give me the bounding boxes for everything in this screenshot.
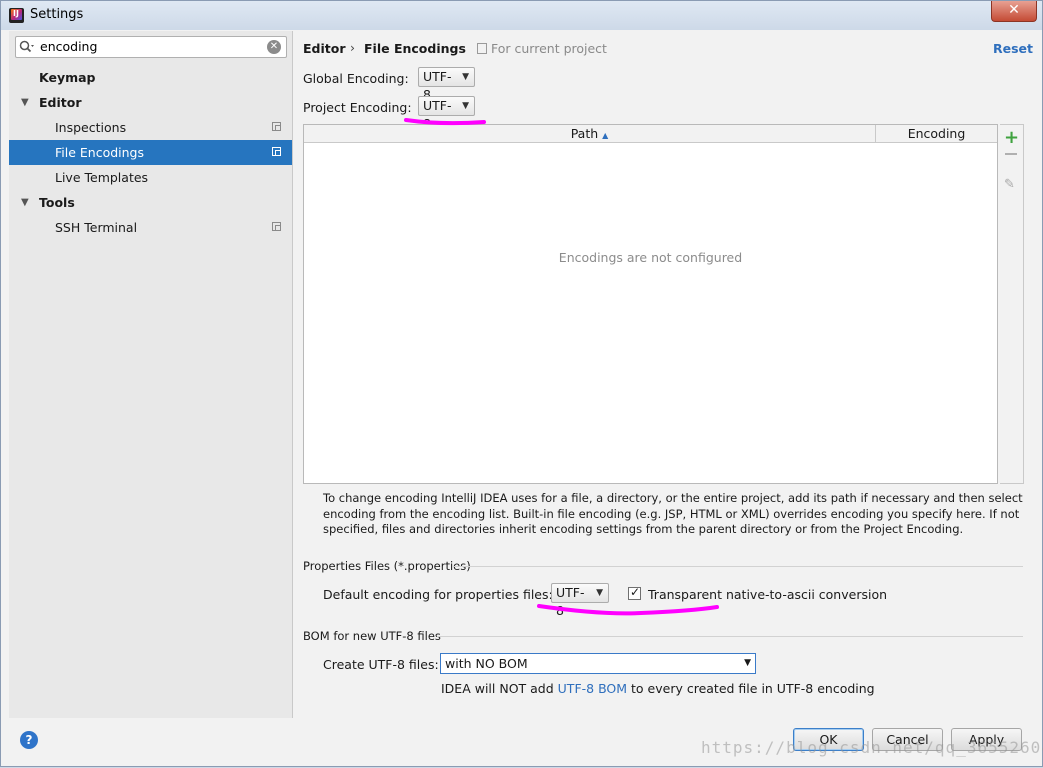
utf8-bom-link[interactable]: UTF-8 BOM (558, 681, 627, 696)
bom-note: IDEA will NOT add UTF-8 BOM to every cre… (441, 681, 875, 696)
sort-ascending-icon: ▲ (602, 131, 609, 140)
breadcrumb-separator: › (350, 40, 355, 55)
bom-note-suffix: to every created file in UTF-8 encoding (627, 681, 875, 696)
bom-note-prefix: IDEA will NOT add (441, 681, 558, 696)
reset-link[interactable]: Reset (993, 41, 1033, 56)
sidebar-item-label: Editor (39, 95, 82, 110)
table-toolbar: + ✎ (1000, 124, 1024, 484)
page-title: File Encodings (364, 41, 466, 56)
properties-encoding-select[interactable]: UTF-8 ▼ (551, 583, 609, 618)
chevron-down-icon: ▼ (462, 72, 469, 82)
bom-section-title: BOM for new UTF-8 files (303, 629, 441, 643)
properties-default-label: Default encoding for properties files: (323, 587, 553, 602)
chevron-down-icon[interactable]: ▼ (21, 190, 29, 215)
bom-select-value: with NO BOM (445, 656, 528, 671)
project-scope-note: For current project (477, 41, 607, 56)
intellij-idea-icon: IJ (9, 8, 24, 23)
chevron-down-icon: ▼ (744, 658, 751, 668)
chevron-down-icon: ▼ (462, 101, 469, 111)
search-box[interactable]: encoding ✕ (15, 36, 287, 58)
sidebar-item-inspections[interactable]: Inspections (9, 115, 292, 140)
window-title: Settings (30, 7, 84, 22)
settings-sidebar: encoding ✕ Keymap ▼ Editor Inspections F… (9, 31, 293, 718)
sidebar-item-label: Inspections (55, 120, 127, 135)
encoding-help-text: To change encoding IntelliJ IDEA uses fo… (323, 491, 1023, 536)
search-icon[interactable] (19, 40, 35, 54)
column-header-encoding[interactable]: Encoding (876, 125, 997, 143)
title-bar: IJ Settings ✕ (1, 1, 1042, 30)
transparent-conversion-checkbox[interactable]: ✓ (628, 585, 641, 600)
sidebar-item-live-templates[interactable]: Live Templates (9, 165, 292, 190)
sidebar-item-label: Tools (39, 195, 75, 210)
chevron-down-icon[interactable]: ▼ (21, 90, 29, 115)
global-encoding-label: Global Encoding: (303, 71, 409, 86)
project-scope-icon (272, 147, 281, 156)
settings-content: Editor › File Encodings For current proj… (293, 31, 1033, 718)
file-encodings-table[interactable]: Path ▲ Encoding Encodings are not configu… (303, 124, 998, 484)
properties-encoding-value: UTF-8 (556, 585, 585, 618)
sidebar-item-label: Keymap (39, 70, 96, 85)
section-divider (453, 566, 1023, 567)
bom-select[interactable]: with NO BOM ▼ (440, 653, 756, 674)
transparent-conversion-label[interactable]: Transparent native-to-ascii conversion (648, 587, 887, 602)
sidebar-item-editor[interactable]: ▼ Editor (9, 90, 292, 115)
project-encoding-select[interactable]: UTF-8 ▼ (418, 96, 475, 131)
properties-section-title: Properties Files (*.properties) (303, 559, 471, 573)
sidebar-item-label: Live Templates (55, 170, 149, 185)
sidebar-item-keymap[interactable]: Keymap (9, 65, 292, 90)
add-icon[interactable]: + (1004, 127, 1019, 148)
search-input[interactable]: encoding (40, 39, 97, 54)
global-encoding-select[interactable]: UTF-8 ▼ (418, 67, 475, 102)
section-divider (437, 636, 1023, 637)
edit-icon[interactable]: ✎ (1004, 177, 1015, 192)
sidebar-item-ssh-terminal[interactable]: SSH Terminal (9, 215, 292, 240)
create-utf8-label: Create UTF-8 files: (323, 657, 439, 672)
project-scope-label: For current project (491, 41, 607, 56)
project-scope-icon (272, 222, 281, 231)
column-header-label: Path (570, 126, 599, 141)
column-header-label: Encoding (907, 126, 966, 141)
sidebar-item-file-encodings[interactable]: File Encodings (9, 140, 292, 165)
project-scope-icon (477, 43, 487, 54)
clear-search-icon[interactable]: ✕ (267, 40, 281, 54)
project-scope-icon (272, 122, 281, 131)
column-header-path[interactable]: Path ▲ (304, 125, 876, 143)
close-button[interactable]: ✕ (991, 1, 1037, 22)
checkmark-icon: ✓ (630, 585, 641, 599)
remove-icon[interactable] (1005, 153, 1017, 155)
sidebar-item-tools[interactable]: ▼ Tools (9, 190, 292, 215)
project-encoding-label: Project Encoding: (303, 100, 412, 115)
settings-window: IJ Settings ✕ encoding ✕ Keymap ▼ Editor… (0, 0, 1043, 767)
sidebar-item-label: File Encodings (55, 145, 145, 160)
sidebar-item-label: SSH Terminal (55, 220, 138, 235)
chevron-down-icon: ▼ (596, 588, 603, 598)
breadcrumb-section[interactable]: Editor (303, 41, 346, 56)
watermark: https://blog.csdn.net/qq_36552604 (701, 738, 1043, 757)
empty-table-message: Encodings are not configured (558, 250, 743, 265)
